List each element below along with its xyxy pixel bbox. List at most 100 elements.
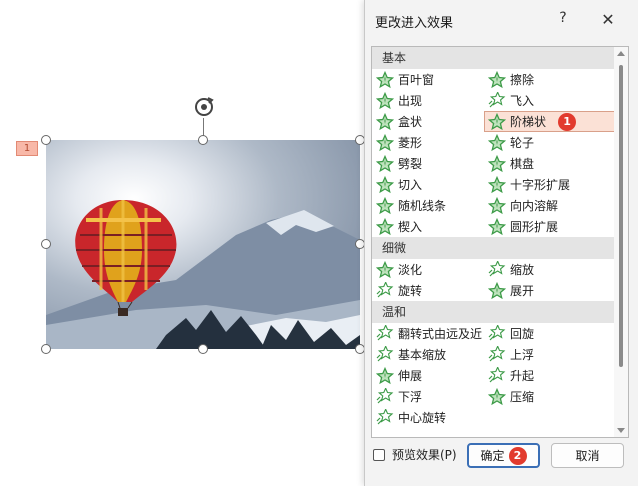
effect-item[interactable]: 中心旋转	[372, 407, 484, 428]
star-effect-icon	[488, 112, 506, 130]
star-motion-icon	[488, 366, 506, 382]
effect-item[interactable]: 菱形	[372, 132, 484, 153]
resize-handle-sw[interactable]	[41, 344, 51, 354]
effect-item[interactable]: 盒状	[372, 111, 484, 132]
star-effect-icon	[488, 217, 506, 235]
animation-order-tag[interactable]: 1	[16, 141, 38, 156]
preview-effect-checkbox-row[interactable]: 预览效果(P)	[373, 446, 457, 463]
star-effect-icon	[376, 91, 394, 109]
effect-item[interactable]: 百叶窗	[372, 69, 484, 90]
preview-label: 预览效果(P)	[392, 448, 457, 462]
effect-list-content: 基本 百叶窗 擦除 出现 飞入盒状 阶梯状 1 菱形 轮子劈裂 棋盘切入 十字形扩展随机线条 向内溶解…	[372, 47, 615, 428]
effect-item[interactable]: 圆形扩展	[484, 216, 615, 237]
effect-label: 升起	[510, 369, 535, 383]
effect-label: 缩放	[510, 263, 535, 277]
effect-item[interactable]: 下浮	[372, 386, 484, 407]
effect-label: 向内溶解	[510, 199, 559, 213]
effect-label: 展开	[510, 284, 535, 298]
help-button[interactable]: ?	[555, 10, 571, 30]
effect-item[interactable]: 向内溶解	[484, 195, 615, 216]
ok-button[interactable]: 确定 2	[467, 443, 540, 468]
star-effect-icon	[376, 133, 394, 151]
star-motion-icon	[376, 387, 394, 403]
landscape-image	[46, 200, 360, 349]
star-motion-icon	[376, 281, 394, 297]
star-motion-icon	[376, 408, 394, 424]
effect-item[interactable]: 阶梯状 1	[484, 111, 615, 132]
star-effect-icon	[376, 70, 394, 88]
ok-label: 确定	[480, 449, 505, 463]
effect-label: 基本缩放	[398, 348, 447, 362]
group-header: 温和	[372, 301, 615, 323]
star-effect-icon	[488, 133, 506, 151]
effect-item[interactable]: 旋转	[372, 280, 484, 301]
effect-item[interactable]: 劈裂	[372, 153, 484, 174]
effect-label: 十字形扩展	[510, 178, 571, 192]
effect-item[interactable]: 十字形扩展	[484, 174, 615, 195]
effect-label: 楔入	[398, 220, 423, 234]
effect-item[interactable]: 淡化	[372, 259, 484, 280]
effect-item[interactable]: 上浮	[484, 344, 615, 365]
effect-label: 中心旋转	[398, 411, 447, 425]
effect-item[interactable]: 压缩	[484, 386, 615, 407]
slide-canvas: 1	[0, 0, 368, 486]
step-badge-2: 2	[508, 446, 527, 465]
effect-item[interactable]: 棋盘	[484, 153, 615, 174]
effect-list[interactable]: 基本 百叶窗 擦除 出现 飞入盒状 阶梯状 1 菱形 轮子劈裂 棋盘切入 十字形扩展随机线条 向内溶解…	[371, 46, 629, 438]
star-effect-icon	[376, 112, 394, 130]
star-motion-icon	[488, 91, 506, 107]
scroll-thumb[interactable]	[619, 65, 623, 367]
balloon-photo[interactable]	[46, 140, 360, 349]
star-effect-icon	[488, 154, 506, 172]
effect-item[interactable]: 伸展	[372, 365, 484, 386]
effect-label: 切入	[398, 178, 423, 192]
effect-grid: 淡化 缩放旋转 展开	[372, 259, 615, 301]
group-header: 细微	[372, 237, 615, 259]
star-effect-icon	[488, 175, 506, 193]
effect-item[interactable]: 擦除	[484, 69, 615, 90]
star-motion-icon	[488, 260, 506, 276]
effect-label: 盒状	[398, 115, 423, 129]
effect-item[interactable]: 升起	[484, 365, 615, 386]
preview-checkbox[interactable]	[373, 448, 385, 461]
effect-item[interactable]: 缩放	[484, 259, 615, 280]
effect-item[interactable]: 飞入	[484, 90, 615, 111]
effect-item[interactable]: 切入	[372, 174, 484, 195]
rotate-handle-icon[interactable]	[193, 96, 215, 118]
star-effect-icon	[488, 387, 506, 405]
star-motion-icon	[376, 345, 394, 361]
star-effect-icon	[376, 154, 394, 172]
effect-item[interactable]: 翻转式由远及近	[372, 323, 484, 344]
group-header: 基本	[372, 47, 615, 69]
effect-item[interactable]: 回旋	[484, 323, 615, 344]
scrollbar[interactable]	[614, 47, 628, 437]
effect-item[interactable]: 随机线条	[372, 195, 484, 216]
star-effect-icon	[376, 217, 394, 235]
effect-label: 压缩	[510, 390, 535, 404]
cancel-button[interactable]: 取消	[551, 443, 624, 468]
effect-item[interactable]: 展开	[484, 280, 615, 301]
effect-item[interactable]: 出现	[372, 90, 484, 111]
resize-handle-w[interactable]	[41, 239, 51, 249]
effect-item[interactable]: 轮子	[484, 132, 615, 153]
effect-label: 随机线条	[398, 199, 447, 213]
effect-label: 飞入	[510, 94, 535, 108]
effect-label: 阶梯状	[510, 115, 547, 129]
effect-grid: 百叶窗 擦除 出现 飞入盒状 阶梯状 1 菱形 轮子劈裂 棋盘切入 十字形扩展随机线条 向内溶解楔入…	[372, 69, 615, 237]
star-motion-icon	[488, 324, 506, 340]
effect-item[interactable]: 基本缩放	[372, 344, 484, 365]
resize-handle-nw[interactable]	[41, 135, 51, 145]
effect-grid: 翻转式由远及近 回旋基本缩放 上浮 伸展 升起下浮 压缩中心旋转	[372, 323, 615, 428]
scroll-down-arrow-icon[interactable]	[617, 428, 625, 433]
star-effect-icon	[376, 175, 394, 193]
resize-handle-s[interactable]	[198, 344, 208, 354]
effect-item[interactable]: 楔入	[372, 216, 484, 237]
star-effect-icon	[488, 196, 506, 214]
close-button[interactable]: ✕	[597, 9, 619, 31]
effect-label: 翻转式由远及近	[398, 327, 483, 341]
scroll-up-arrow-icon[interactable]	[617, 51, 625, 56]
step-badge-1: 1	[558, 112, 577, 131]
resize-handle-n[interactable]	[198, 135, 208, 145]
effect-label: 圆形扩展	[510, 220, 559, 234]
effect-label: 轮子	[510, 136, 535, 150]
